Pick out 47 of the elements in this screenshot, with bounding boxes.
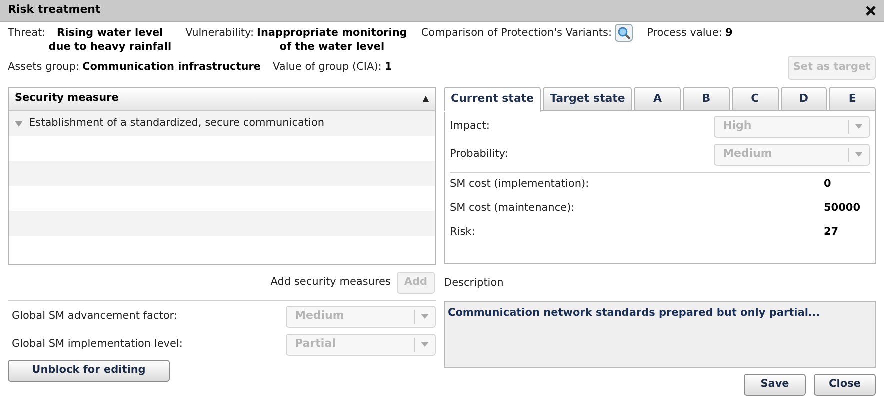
vulnerability-value: Inappropriate monitoring: [257, 26, 408, 40]
table-row[interactable]: Establishment of a standardized, secure communication: [9, 111, 435, 136]
process-value: 9: [725, 26, 733, 41]
vulnerability-label: Vulnerability:: [186, 26, 254, 41]
tab[interactable]: A: [634, 87, 682, 111]
magnifier-icon[interactable]: [615, 24, 634, 42]
assets-group-label: Assets group:: [8, 60, 80, 76]
assets-group-value: Communication infrastructure: [82, 60, 262, 76]
dropdown-arrow-icon: [855, 124, 863, 129]
field-label: Impact:: [450, 118, 490, 134]
group-value: 1: [384, 60, 392, 76]
cost-label: SM cost (implementation):: [450, 177, 590, 192]
save-button[interactable]: Save: [744, 374, 806, 396]
threat-value: due to heavy rainfall: [48, 40, 172, 54]
field-label: Global SM implementation level:: [12, 336, 183, 352]
description-label: Description: [444, 276, 505, 291]
add-measures-label: Add security measures: [270, 275, 391, 290]
tab[interactable]: C: [732, 87, 779, 111]
cost-value: 0: [824, 177, 832, 192]
threat-value: Rising water level: [57, 26, 164, 40]
threat-label: Threat:: [8, 26, 46, 41]
column-header[interactable]: Security measure ▲: [9, 88, 435, 111]
field-label: Probability:: [450, 146, 508, 162]
unblock-button[interactable]: Unblock for editing: [8, 360, 170, 382]
tab[interactable]: B: [683, 87, 730, 111]
cost-label: Risk:: [450, 225, 476, 240]
window-title: Risk treatment: [8, 2, 101, 18]
tab[interactable]: D: [780, 87, 828, 111]
sort-icon: ▲: [422, 93, 429, 105]
dropdown-arrow-icon: [421, 342, 429, 347]
cost-value: 27: [824, 225, 840, 240]
process-value-label: Process value:: [647, 26, 722, 41]
expander-icon[interactable]: [15, 120, 23, 126]
vulnerability-value: of the water level: [280, 40, 385, 54]
dropdown-arrow-icon: [855, 152, 863, 157]
group-value-label: Value of group (CIA):: [273, 60, 382, 76]
tab[interactable]: Current state: [444, 87, 542, 112]
close-icon[interactable]: [866, 6, 876, 16]
comparison-label: Comparison of Protection's Variants:: [421, 26, 612, 41]
cost-label: SM cost (maintenance):: [450, 201, 576, 216]
field-label: Global SM advancement factor:: [12, 308, 178, 324]
tab[interactable]: E: [829, 87, 876, 111]
description-field[interactable]: Communication network standards prepared but only partial...: [444, 300, 876, 368]
cost-value: 50000: [824, 201, 862, 216]
close-button[interactable]: Close: [814, 374, 876, 396]
dropdown-arrow-icon: [421, 314, 429, 319]
tab[interactable]: Target state: [543, 87, 632, 111]
